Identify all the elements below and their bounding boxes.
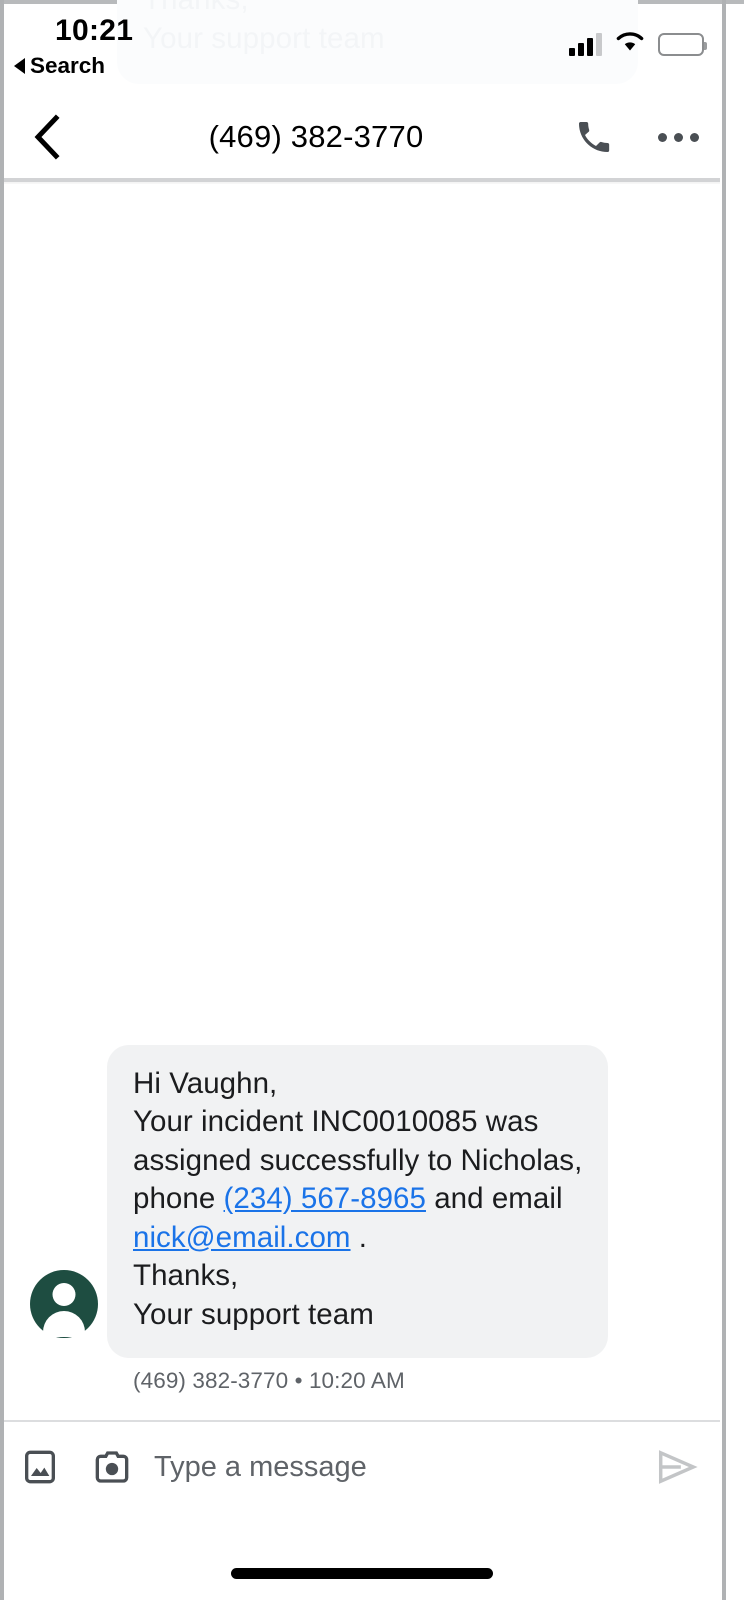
message-body-line4-suffix: . — [350, 1220, 368, 1254]
wifi-icon — [615, 30, 645, 58]
more-options-button[interactable] — [636, 132, 720, 142]
message-list[interactable]: Hi Vaughn, Your incident INC0010085 was … — [4, 184, 720, 1420]
home-indicator-area — [4, 1512, 720, 1600]
gallery-button[interactable] — [4, 1447, 76, 1487]
message-bubble[interactable]: Hi Vaughn, Your incident INC0010085 was … — [107, 1044, 609, 1358]
call-button[interactable] — [552, 117, 636, 157]
home-indicator-bar[interactable] — [231, 1568, 493, 1579]
phone-number-link[interactable]: (234) 567-8965 — [224, 1182, 426, 1215]
status-bar-indicators — [569, 30, 707, 58]
avatar-body — [43, 1311, 85, 1337]
triangle-left-icon — [14, 58, 25, 74]
phone-screen: phone (123) 456-7890 and email miketeam2… — [0, 0, 744, 1600]
message-body-line2: assigned successfully to Nicholas, — [133, 1143, 583, 1177]
back-button[interactable] — [4, 113, 90, 161]
conversation-nav-bar: (469) 382-3770 — [4, 96, 720, 178]
camera-icon — [95, 1451, 129, 1483]
camera-button[interactable] — [76, 1447, 148, 1487]
back-to-search-link[interactable]: Search — [14, 53, 105, 79]
cellular-signal-icon — [569, 32, 602, 56]
message-row-incoming: Hi Vaughn, Your incident INC0010085 was … — [4, 1044, 720, 1395]
message-body-line3-suffix: and email — [425, 1182, 563, 1215]
message-input[interactable] — [148, 1450, 634, 1484]
avatar-head — [52, 1283, 76, 1306]
send-button[interactable] — [634, 1447, 720, 1487]
status-bar: 10:21 Search — [0, 0, 744, 96]
status-bar-clock: 10:21 — [55, 14, 134, 47]
message-column: Hi Vaughn, Your incident INC0010085 was … — [107, 1044, 609, 1395]
page-title: (469) 382-3770 — [208, 119, 424, 154]
battery-full-icon — [658, 32, 707, 56]
message-composer — [4, 1422, 720, 1512]
phone-handset-icon — [579, 122, 610, 152]
message-meta: (469) 382-3770 • 10:20 AM — [133, 1368, 405, 1393]
message-signoff-line2: Your support team — [133, 1297, 374, 1331]
overflow-menu-icon — [657, 132, 699, 142]
email-address-link[interactable]: nick@email.com — [133, 1221, 351, 1254]
chevron-left-icon — [34, 114, 60, 160]
image-picker-icon — [25, 1450, 55, 1484]
message-body-line3-prefix: phone — [133, 1182, 224, 1215]
message-greeting: Hi Vaughn, — [133, 1066, 278, 1100]
send-arrow-icon — [658, 1450, 698, 1484]
back-to-search-label: Search — [30, 53, 106, 78]
person-avatar-icon — [30, 1270, 98, 1338]
device-frame-right-edge — [722, 0, 726, 1600]
message-body-line1: Your incident INC0010085 was — [133, 1105, 539, 1138]
message-signoff-line1: Thanks, — [133, 1259, 239, 1292]
